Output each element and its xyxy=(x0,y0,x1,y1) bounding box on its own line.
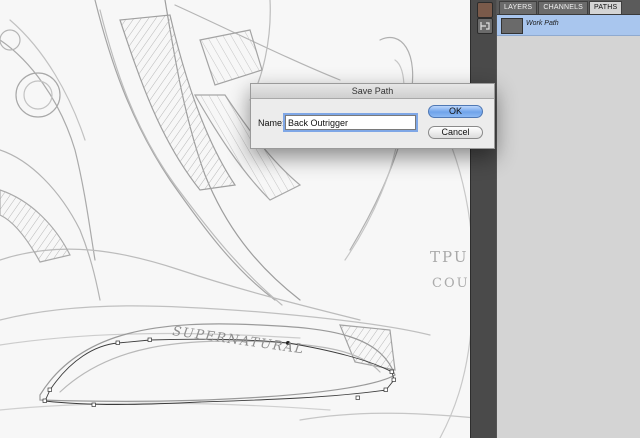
document-canvas[interactable]: SUPERNATURAL TPU H COUNTE xyxy=(0,0,496,438)
brush-presets-icon[interactable] xyxy=(477,2,493,18)
path-item-work-path[interactable]: Work Path xyxy=(497,15,640,36)
ok-button[interactable]: OK xyxy=(428,105,483,118)
panel-icon-strip xyxy=(470,0,497,438)
layers-panel: LAYERS CHANNELS PATHS Work Path xyxy=(496,0,640,438)
path-name-input[interactable] xyxy=(283,113,418,132)
tab-layers[interactable]: LAYERS xyxy=(499,1,538,14)
dialog-title: Save Path xyxy=(251,84,494,99)
shoe-sketch: SUPERNATURAL TPU H COUNTE xyxy=(0,0,496,438)
path-thumbnail xyxy=(501,18,523,34)
tab-channels[interactable]: CHANNELS xyxy=(538,1,589,14)
path-item-label: Work Path xyxy=(526,20,559,27)
name-label: Name: xyxy=(258,118,285,128)
sketch-label-supernatural: SUPERNATURAL xyxy=(171,324,305,357)
tab-paths[interactable]: PATHS xyxy=(589,1,623,14)
cancel-button[interactable]: Cancel xyxy=(428,126,483,139)
panel-tabs: LAYERS CHANNELS PATHS xyxy=(497,0,640,15)
clone-source-icon[interactable] xyxy=(477,18,493,34)
save-path-dialog: Save Path Name: OK Cancel xyxy=(250,83,495,149)
